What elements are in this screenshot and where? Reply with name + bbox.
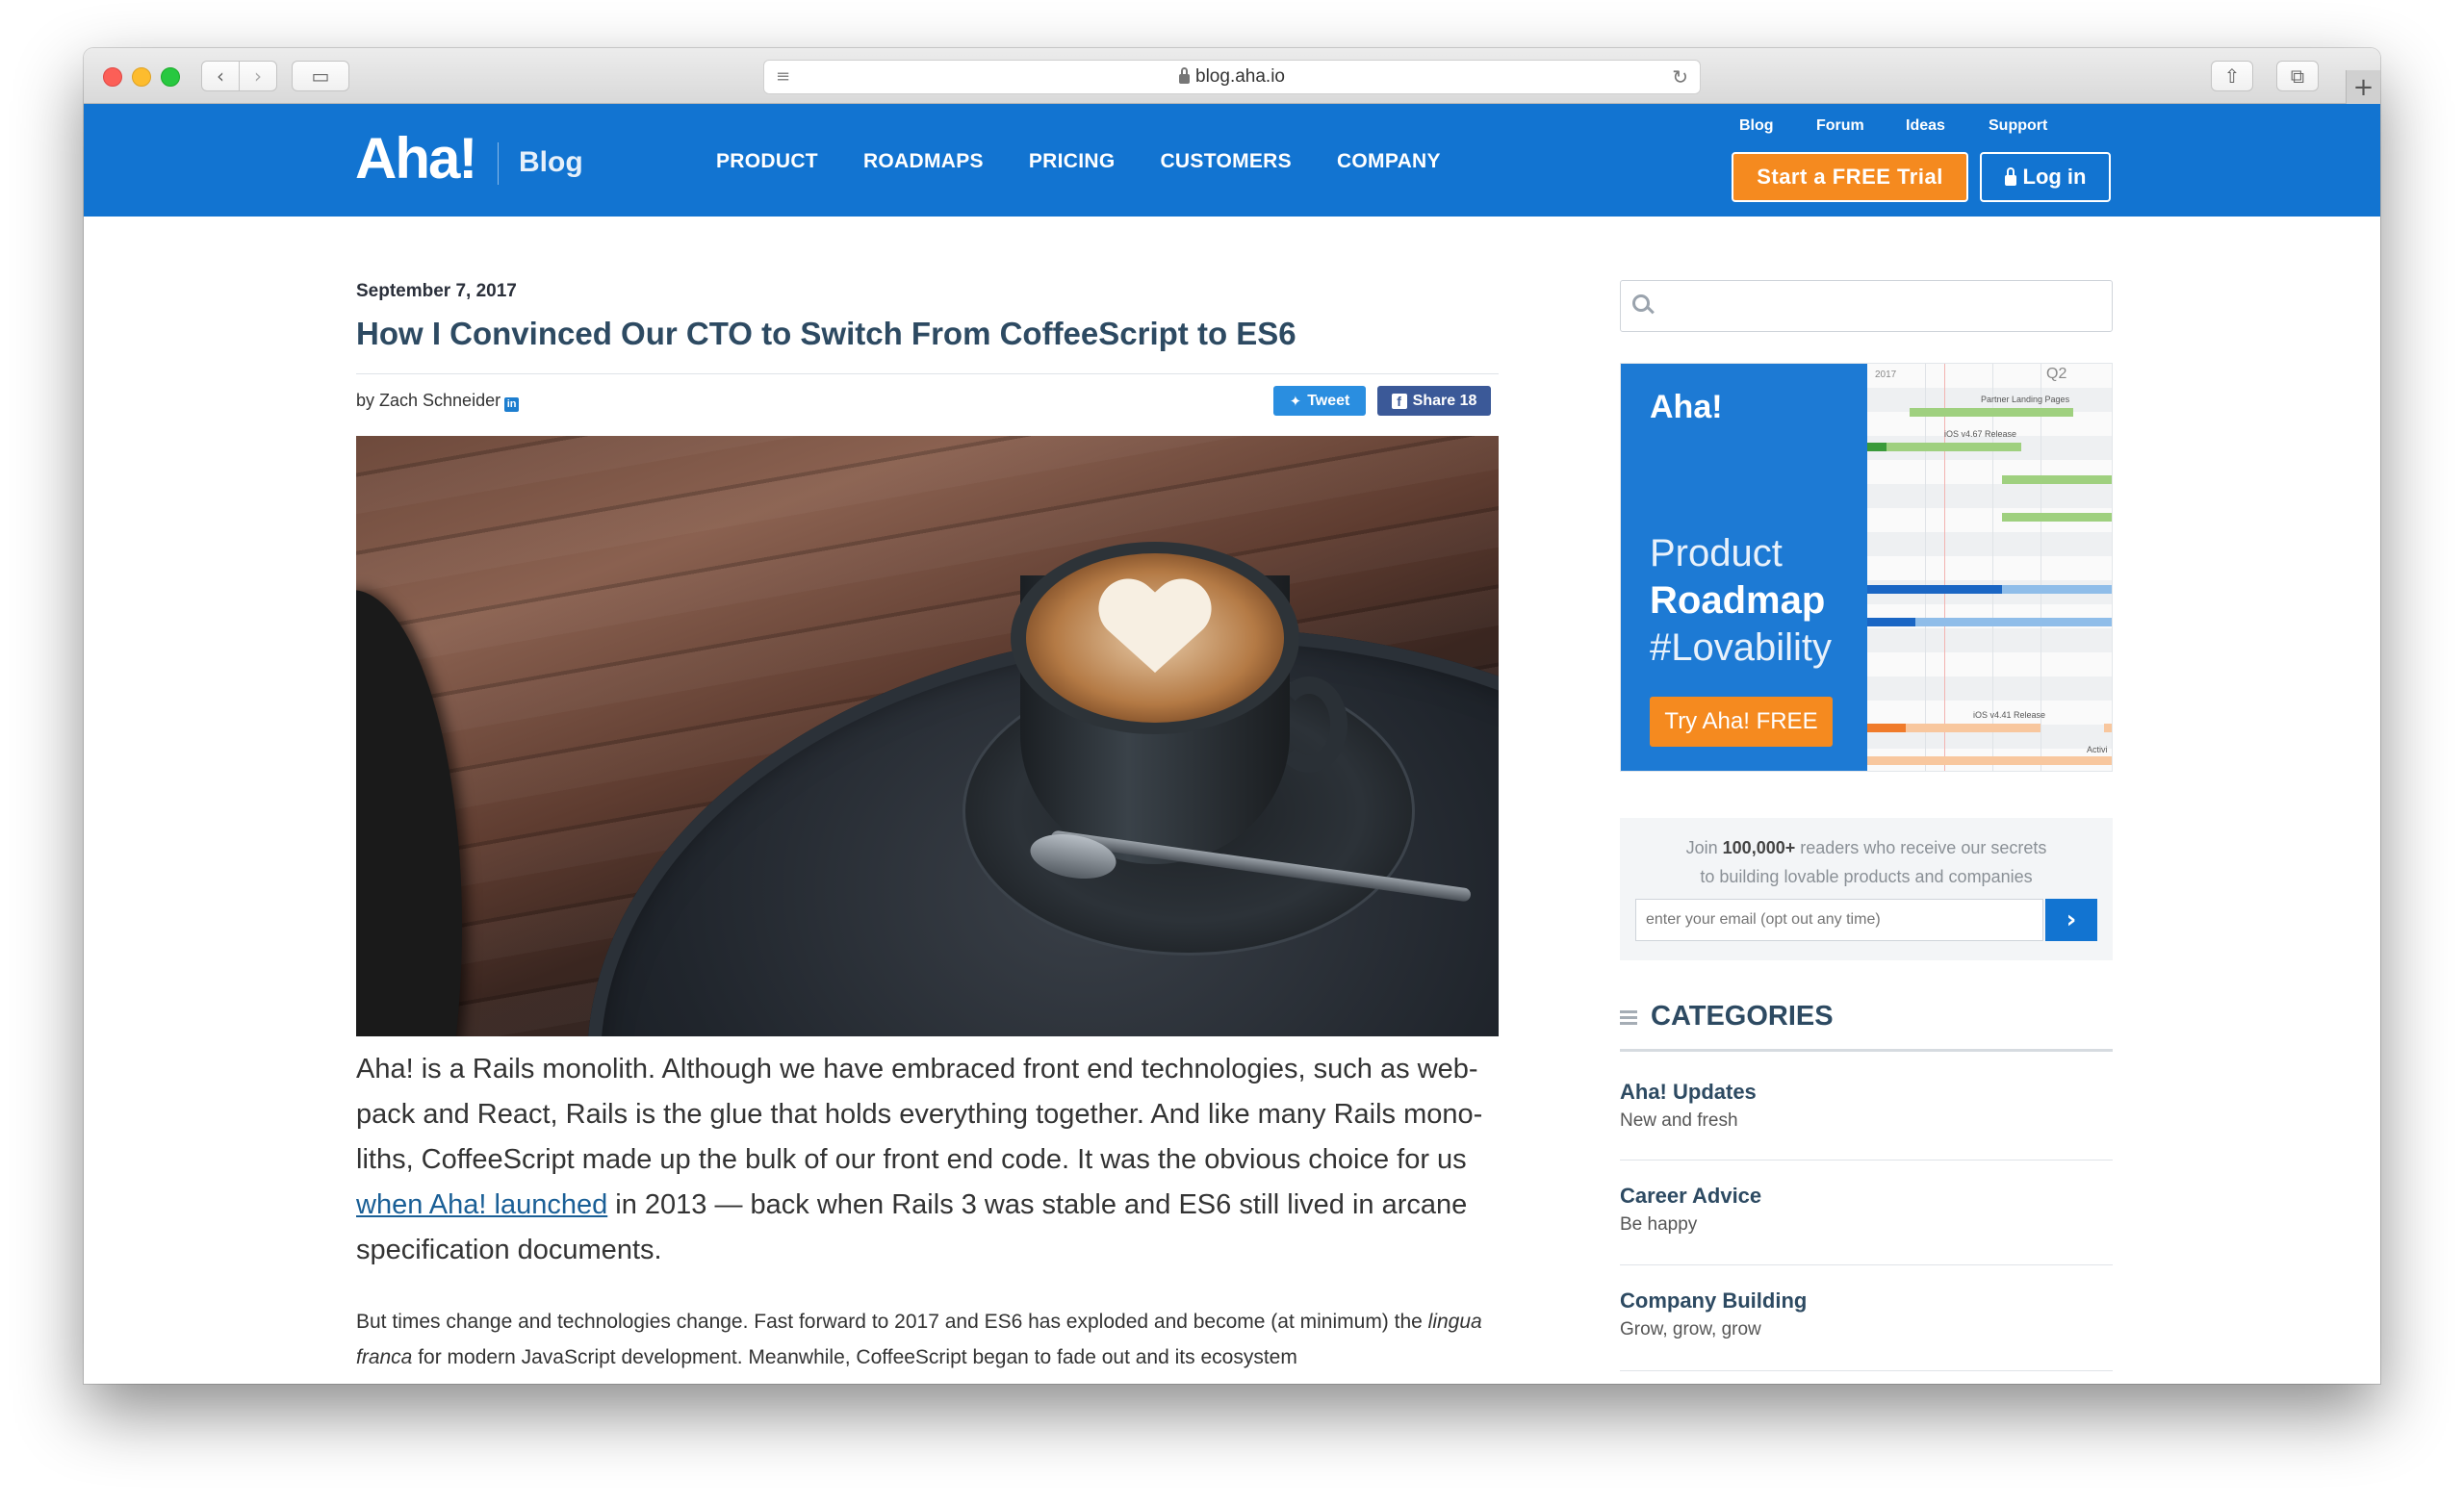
newsletter-text: Join 100,000+ readers who receive our se… — [1685, 838, 2047, 886]
chevron-right-icon: › — [2066, 906, 2077, 934]
lead-paragraph: Aha! is a Rails monolith. Although we ha… — [356, 1054, 1483, 1265]
categories-rule — [1620, 1049, 2113, 1052]
main-nav: PRODUCT ROADMAPS PRICING CUSTOMERS COMPA… — [716, 150, 1486, 173]
when-aha-launched-link[interactable]: when Aha! launched — [356, 1189, 607, 1220]
ad-quarter-label: Q2 — [2046, 366, 2067, 382]
roadmap-ad-banner[interactable]: 2017 Q2 Partner Landing Pages iOS v4.67 … — [1620, 363, 2113, 772]
util-link-blog[interactable]: Blog — [1739, 117, 1774, 135]
tabs-icon: ⧉ — [2290, 64, 2305, 88]
tweet-button[interactable]: ✦ Tweet — [1273, 386, 1366, 416]
blog-label[interactable]: Blog — [519, 146, 583, 179]
search-input[interactable] — [1659, 289, 2102, 323]
plus-icon: + — [2352, 73, 2374, 102]
sidebar-icon: ▭ — [311, 64, 330, 88]
share-label: Share — [1412, 392, 1456, 409]
start-free-trial-button[interactable]: Start a FREE Trial — [1732, 152, 1968, 202]
log-in-button[interactable]: Log in — [1980, 152, 2111, 202]
subscribe-button[interactable]: › — [2045, 899, 2097, 941]
aha-logo[interactable]: Aha! — [355, 125, 477, 191]
util-link-forum[interactable]: Forum — [1816, 117, 1864, 135]
forward-button[interactable]: › — [239, 61, 277, 91]
tabs-button[interactable]: ⧉ — [2276, 61, 2319, 91]
nav-pricing[interactable]: PRICING — [1029, 150, 1116, 173]
new-tab-button[interactable]: + — [2346, 70, 2380, 105]
util-link-support[interactable]: Support — [1989, 117, 2047, 135]
facebook-share-button[interactable]: f Share 18 — [1377, 386, 1491, 416]
body-paragraph: But times change and technologies change… — [356, 1311, 1482, 1368]
back-button[interactable]: ‹ — [201, 61, 240, 91]
title-divider — [356, 373, 1499, 374]
nav-customers[interactable]: CUSTOMERS — [1160, 150, 1292, 173]
nav-roadmaps[interactable]: ROADMAPS — [863, 150, 984, 173]
zoom-window-button[interactable] — [161, 67, 180, 87]
lock-icon — [2004, 166, 2016, 186]
twitter-bird-icon: ✦ — [1289, 392, 1302, 410]
share-count: 18 — [1459, 392, 1477, 409]
share-icon: ⇧ — [2223, 64, 2241, 88]
ad-year-label: 2017 — [1875, 370, 1897, 380]
category-aha-updates[interactable]: Aha! Updates New and fresh — [1620, 1080, 2113, 1132]
newsletter-signup: Join 100,000+ readers who receive our se… — [1620, 818, 2113, 960]
ad-logo: Aha! — [1650, 389, 1723, 425]
post-byline: by Zach Schneider in — [356, 391, 520, 412]
search-box[interactable] — [1620, 280, 2113, 332]
chevron-left-icon: ‹ — [217, 64, 224, 88]
post-title: How I Convinced Our CTO to Switch From C… — [356, 316, 1296, 351]
sidebar-toggle-button[interactable]: ▭ — [292, 61, 349, 91]
hero-image-coffee-cup — [356, 436, 1499, 1036]
author-name: by Zach Schneider — [356, 391, 501, 410]
browser-toolbar: ‹ › ▭ ≡ blog.aha.io ↻ ⇧ ⧉ + — [84, 48, 2380, 105]
nav-company[interactable]: COMPANY — [1337, 150, 1441, 173]
email-input[interactable] — [1635, 899, 2043, 941]
close-window-button[interactable] — [103, 67, 122, 87]
url-text: blog.aha.io — [1195, 66, 1285, 87]
ad-panel: Aha! Product Roadmap #Lovability Try Aha… — [1621, 364, 1867, 771]
nav-product[interactable]: PRODUCT — [716, 150, 818, 173]
site-header: Aha! Blog PRODUCT ROADMAPS PRICING CUSTO… — [84, 104, 2380, 217]
linkedin-icon[interactable]: in — [504, 397, 520, 412]
address-bar[interactable]: ≡ blog.aha.io ↻ — [763, 60, 1701, 94]
util-link-ideas[interactable]: Ideas — [1906, 117, 1945, 135]
reload-icon[interactable]: ↻ — [1672, 65, 1688, 89]
browser-window: ‹ › ▭ ≡ blog.aha.io ↻ ⇧ ⧉ + Aha! Blog PR… — [84, 48, 2380, 1384]
share-button[interactable]: ⇧ — [2211, 61, 2253, 91]
latte-heart — [1097, 580, 1213, 686]
reader-icon[interactable]: ≡ — [776, 66, 790, 87]
minimize-window-button[interactable] — [132, 67, 151, 87]
tweet-label: Tweet — [1307, 392, 1350, 409]
category-career-advice[interactable]: Career Advice Be happy — [1620, 1184, 2113, 1236]
facebook-icon: f — [1391, 393, 1407, 409]
post-date: September 7, 2017 — [356, 281, 517, 301]
ad-gantt-preview: 2017 Q2 Partner Landing Pages iOS v4.67 … — [1867, 364, 2112, 771]
log-in-label: Log in — [2022, 165, 2087, 189]
try-aha-free-button[interactable]: Try Aha! FREE — [1650, 697, 1833, 747]
logo-divider — [498, 142, 499, 185]
lock-icon — [1179, 67, 1191, 84]
search-icon — [1632, 294, 1650, 312]
chevron-right-icon: › — [254, 64, 262, 88]
category-company-building[interactable]: Company Building Grow, grow, grow — [1620, 1288, 2113, 1340]
list-icon — [1620, 1010, 1637, 1028]
categories-heading: CATEGORIES — [1651, 1001, 1834, 1032]
